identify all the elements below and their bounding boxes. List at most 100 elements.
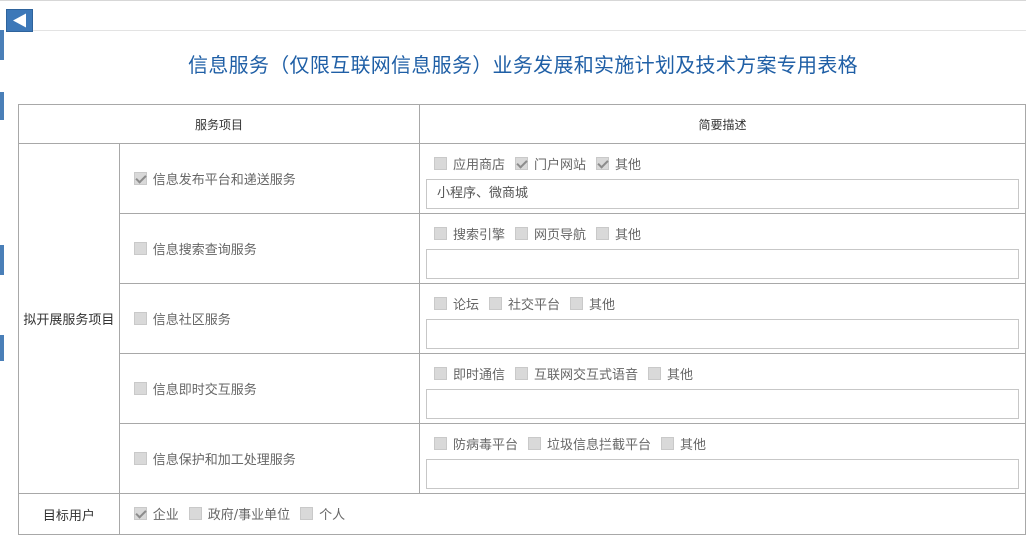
left-edge-strip — [0, 335, 4, 361]
option-item[interactable]: 互联网交互式语音 — [515, 364, 638, 383]
target-users-label: 目标用户 — [18, 493, 120, 535]
option-label: 即时通信 — [452, 368, 505, 383]
target-users-cell: 企业 政府/事业单位 个人 — [118, 493, 1026, 535]
description-cell: 防病毒平台 垃圾信息拦截平台 其他 — [418, 423, 1026, 494]
page-title: 信息服务（仅限互联网信息服务）业务发展和实施计划及技术方案专用表格 — [188, 53, 858, 77]
checkbox[interactable] — [188, 507, 202, 520]
other-description-input[interactable] — [425, 389, 1019, 419]
checkbox[interactable] — [596, 157, 610, 170]
option-label: 企业 — [152, 508, 179, 523]
checkbox[interactable] — [515, 227, 528, 240]
checkbox[interactable] — [648, 367, 662, 380]
table-row: 信息即时交互服务 即时通信 互联网交互式语音 其他 — [19, 353, 1026, 424]
option-item[interactable]: 搜索引擎 — [433, 224, 505, 243]
checkbox[interactable] — [433, 227, 447, 240]
service-cell: 信息搜索查询服务 — [118, 213, 420, 284]
checkbox[interactable] — [433, 367, 447, 380]
option-item[interactable]: 防病毒平台 — [433, 434, 518, 453]
service-label: 信息即时交互服务 — [152, 382, 257, 398]
option-label: 其他 — [667, 368, 694, 383]
option-item[interactable]: 其他 — [570, 294, 615, 313]
other-description-input[interactable] — [425, 319, 1019, 349]
back-button[interactable] — [6, 9, 33, 32]
option-item[interactable]: 其他 — [648, 364, 693, 383]
option-label: 政府/事业单位 — [207, 508, 291, 523]
option-label: 垃圾信息拦截平台 — [547, 438, 652, 453]
triangle-left-icon — [13, 13, 26, 28]
other-description-input[interactable] — [425, 249, 1019, 279]
checkbox[interactable] — [528, 437, 541, 450]
group-label: 拟开展服务项目 — [18, 143, 120, 494]
option-item[interactable]: 论坛 — [433, 294, 479, 313]
service-checkbox-item[interactable]: 信息搜索查询服务 — [133, 239, 257, 258]
description-cell: 应用商店 门户网站 其他小程序、微商城 — [418, 143, 1026, 214]
target-user-option[interactable]: 个人 — [300, 504, 345, 523]
checkbox[interactable] — [433, 157, 447, 170]
option-item[interactable]: 网页导航 — [515, 224, 586, 243]
service-cell: 信息发布平台和递送服务 — [118, 143, 420, 214]
checkbox[interactable] — [489, 297, 502, 310]
table-row: 信息搜索查询服务 搜索引擎 网页导航 其他 — [19, 213, 1026, 284]
service-label: 信息搜索查询服务 — [152, 242, 257, 258]
other-description-input[interactable]: 小程序、微商城 — [425, 179, 1019, 209]
option-label: 个人 — [319, 508, 346, 523]
target-user-option[interactable]: 企业 — [133, 504, 179, 523]
column-header-description: 简要描述 — [418, 104, 1026, 144]
checkbox[interactable] — [133, 311, 147, 325]
checkbox[interactable] — [133, 381, 147, 395]
description-cell: 论坛 社交平台 其他 — [418, 283, 1026, 354]
option-label: 社交平台 — [508, 298, 561, 313]
option-label: 防病毒平台 — [452, 438, 518, 453]
option-label: 论坛 — [452, 298, 479, 313]
option-item[interactable]: 垃圾信息拦截平台 — [528, 434, 651, 453]
table-row: 拟开展服务项目 信息发布平台和递送服务 应用商店 门户网站 其他 小程序、微商城 — [18, 143, 1026, 494]
option-label: 其他 — [615, 158, 642, 173]
option-group: 即时通信 互联网交互式语音 其他 — [426, 354, 1020, 384]
service-label: 信息社区服务 — [152, 312, 231, 328]
checkbox[interactable] — [300, 507, 314, 520]
other-description-input[interactable] — [425, 459, 1019, 489]
checkbox[interactable] — [133, 451, 147, 465]
checkbox[interactable] — [133, 171, 147, 185]
option-label: 搜索引擎 — [452, 228, 505, 243]
checkbox[interactable] — [570, 297, 584, 310]
target-user-option[interactable]: 政府/事业单位 — [188, 504, 291, 523]
checkbox[interactable] — [596, 227, 610, 240]
checkbox[interactable] — [133, 507, 147, 520]
option-group: 应用商店 门户网站 其他 — [426, 144, 1020, 174]
option-label: 门户网站 — [534, 158, 587, 173]
service-label: 信息发布平台和递送服务 — [152, 172, 296, 188]
service-checkbox-item[interactable]: 信息即时交互服务 — [133, 379, 257, 398]
option-label: 网页导航 — [534, 228, 587, 243]
option-group: 论坛 社交平台 其他 — [426, 284, 1020, 314]
left-edge-strip — [0, 92, 4, 120]
checkbox[interactable] — [133, 241, 147, 255]
service-cell: 信息保护和加工处理服务 — [118, 423, 420, 494]
option-item[interactable]: 应用商店 — [433, 154, 505, 173]
option-item[interactable]: 其他 — [661, 434, 706, 453]
option-item[interactable]: 其他 — [596, 224, 641, 243]
option-label: 其他 — [589, 298, 616, 313]
table-row: 信息保护和加工处理服务 防病毒平台 垃圾信息拦截平台 其他 — [19, 423, 1026, 494]
service-checkbox-item[interactable]: 信息发布平台和递送服务 — [133, 169, 296, 188]
checkbox[interactable] — [661, 437, 675, 450]
checkbox[interactable] — [515, 367, 528, 380]
checkbox[interactable] — [433, 437, 447, 450]
option-group: 防病毒平台 垃圾信息拦截平台 其他 — [426, 424, 1020, 454]
service-cell: 信息社区服务 — [118, 283, 420, 354]
checkbox[interactable] — [515, 157, 528, 170]
service-checkbox-item[interactable]: 信息社区服务 — [133, 309, 231, 328]
option-item[interactable]: 社交平台 — [489, 294, 560, 313]
description-cell: 搜索引擎 网页导航 其他 — [418, 213, 1026, 284]
option-item[interactable]: 其他 — [596, 154, 641, 173]
service-cell: 信息即时交互服务 — [118, 353, 420, 424]
description-cell: 即时通信 互联网交互式语音 其他 — [418, 353, 1026, 424]
top-divider — [0, 0, 1026, 1]
option-item[interactable]: 门户网站 — [515, 154, 586, 173]
left-edge-strip — [0, 245, 4, 275]
checkbox[interactable] — [433, 297, 447, 310]
column-header-service: 服务项目 — [18, 104, 420, 144]
service-form-table: 服务项目 简要描述 拟开展服务项目 信息发布平台和递送服务 应用商店 门户网站 其他 小程… — [18, 104, 1026, 535]
service-checkbox-item[interactable]: 信息保护和加工处理服务 — [133, 449, 296, 468]
option-item[interactable]: 即时通信 — [433, 364, 505, 383]
